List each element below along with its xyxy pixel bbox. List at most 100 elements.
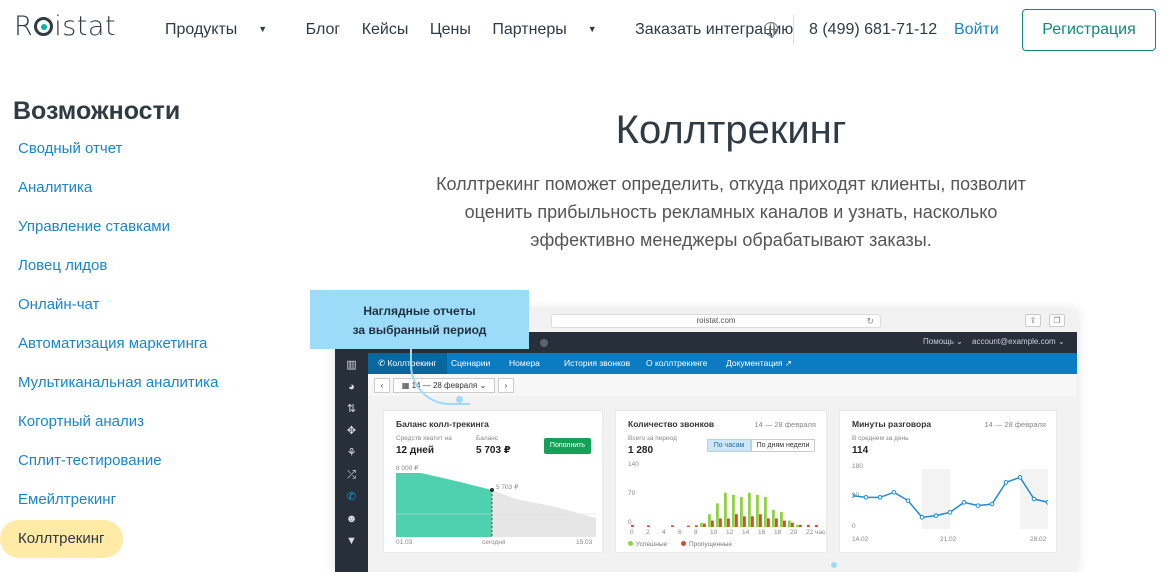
- tab-label: Документация: [726, 358, 783, 368]
- nav-prices[interactable]: Цены: [430, 21, 471, 38]
- x-label-end: 15.03: [576, 539, 593, 546]
- card-title: Баланс колл-трекинга: [396, 419, 489, 429]
- bar-success: [724, 492, 727, 527]
- top-navigation: Ristat Продукты ▼ Блог Кейсы Цены Партнер…: [0, 0, 1167, 62]
- marker-label: 5 703 ₽: [496, 484, 519, 491]
- tooltip-line-2: за выбранный период: [352, 323, 487, 337]
- tab-call-history: История звонков: [564, 358, 631, 368]
- bar-missed: [719, 518, 722, 527]
- bar-missed: [751, 516, 754, 527]
- share-icon: ⇪: [1025, 314, 1041, 327]
- nav-blog[interactable]: Блог: [306, 21, 341, 38]
- today-point: [490, 488, 494, 492]
- nav-partners-label: Партнеры: [492, 21, 567, 38]
- card-title: Минуты разговора: [852, 419, 932, 429]
- x-tick-label: 20: [790, 529, 798, 536]
- x-tick-label: 8: [694, 529, 698, 536]
- sidebar-item-marketing-automation[interactable]: Автоматизация маркетинга: [0, 331, 225, 369]
- app-sidebar: ▥ ◕ ⇅ ✥ ⚘ ⤮ ✆ ☻ ▼: [335, 353, 368, 572]
- minutes-point: [877, 495, 883, 500]
- account-menu: account@example.com ⌄: [972, 337, 1065, 346]
- roistat-logo[interactable]: Ristat: [14, 11, 116, 42]
- total-value: 1 280: [628, 445, 654, 456]
- url-text: roistat.com: [696, 316, 736, 325]
- minutes-point: [905, 498, 911, 503]
- next-period-icon: ›: [498, 378, 514, 393]
- x-tick-label: 12: [726, 529, 734, 536]
- chevron-down-icon: ▼: [587, 24, 597, 34]
- filter-icon: ▼: [346, 535, 357, 547]
- chevron-down-icon: ▼: [258, 24, 268, 34]
- main-nav: Продукты ▼ Блог Кейсы Цены Партнеры ▼ Зака…: [165, 21, 810, 39]
- sidebar-item-cohort-analysis[interactable]: Когортный анализ: [0, 409, 162, 447]
- hourly-toggle: По часам: [707, 439, 751, 452]
- minutes-point: [947, 510, 953, 515]
- x-tick-label: 10: [710, 529, 718, 536]
- bar-missed: [807, 524, 810, 527]
- bar-missed: [791, 522, 794, 527]
- minutes-point: [919, 515, 925, 520]
- pie-chart-icon: ◕: [348, 381, 355, 393]
- help-label: Помощь: [923, 337, 954, 346]
- bar-missed: [775, 518, 778, 527]
- minutes-card: Минуты разговора 14 — 28 февраля В средн…: [839, 410, 1057, 553]
- bar-missed: [727, 518, 730, 527]
- url-bar: roistat.com ↻: [551, 314, 881, 328]
- bar-success: [716, 503, 719, 527]
- nav-products[interactable]: Продукты ▼: [165, 21, 284, 38]
- sort-arrows-icon: ⇅: [346, 403, 357, 415]
- calls-card: Количество звонков 14 — 28 февраля Всего…: [615, 410, 827, 553]
- hierarchy-icon: ⚘: [346, 447, 357, 459]
- date-bar: ‹ ▦ 14 — 28 февраля ⌄ ›: [368, 374, 1077, 396]
- bar-missed: [759, 514, 762, 527]
- x-tick-label: 2: [646, 529, 650, 536]
- bar-success: [764, 497, 767, 527]
- bar-success: [756, 494, 759, 527]
- minutes-point: [989, 501, 995, 507]
- sidebar-item-bid-management[interactable]: Управление ставками: [0, 214, 188, 252]
- sidebar-item-multichannel-analytics[interactable]: Мультиканальная аналитика: [0, 370, 236, 408]
- card-date: 14 — 28 февраля: [984, 420, 1046, 429]
- bar-success: [788, 520, 791, 527]
- bar-missed: [631, 524, 634, 527]
- bar-success: [740, 497, 743, 527]
- register-button[interactable]: Регистрация: [1022, 9, 1156, 51]
- x-tick-label: 22 час: [806, 529, 826, 536]
- sidebar-item-split-testing[interactable]: Сплит-тестирование: [0, 448, 180, 486]
- sidebar-item-lead-catcher[interactable]: Ловец лидов: [0, 253, 125, 291]
- account-label: account@example.com: [972, 337, 1056, 346]
- bar-success: [732, 494, 735, 527]
- nav-partners[interactable]: Партнеры ▼: [492, 21, 613, 38]
- bar-missed: [695, 525, 698, 527]
- x-label-start: 01.03: [396, 539, 413, 546]
- legend-label: Пропущенные: [689, 541, 733, 548]
- balance-chart: [396, 473, 596, 537]
- avg-value: 114: [852, 445, 869, 456]
- x-tick-label: 16: [758, 529, 766, 536]
- bar-missed: [671, 525, 674, 527]
- phone-icon: ✆: [346, 491, 357, 503]
- bar-missed: [687, 525, 690, 527]
- phone-number[interactable]: 8 (499) 681-71-12: [809, 21, 937, 39]
- login-link[interactable]: Войти: [954, 21, 999, 39]
- nav-products-label: Продукты: [165, 21, 238, 38]
- tab-docs: Документация ↗: [726, 358, 793, 368]
- minutes-point: [852, 493, 855, 498]
- globe-icon[interactable]: [764, 22, 778, 38]
- nav-cases[interactable]: Кейсы: [362, 21, 409, 38]
- bar-success: [796, 524, 799, 527]
- move-icon: ✥: [346, 425, 357, 437]
- bar-success: [708, 514, 711, 527]
- tab-numbers: Номера: [509, 358, 540, 368]
- prev-period-icon: ‹: [374, 378, 390, 393]
- balance-card: Баланс колл-трекинга Средств хватит на 1…: [383, 410, 603, 553]
- sidebar-item-call-tracking[interactable]: Коллтрекинг: [0, 520, 123, 558]
- sidebar-item-analytics[interactable]: Аналитика: [0, 175, 110, 213]
- card-title: Количество звонков: [628, 419, 715, 429]
- minutes-point: [1045, 500, 1048, 505]
- x-label-start: 14.02: [852, 536, 869, 543]
- minutes-point: [975, 503, 981, 508]
- balance-value: 5 703 ₽: [476, 445, 511, 456]
- x-tick-label: 6: [678, 529, 682, 536]
- sidebar-item-online-chat[interactable]: Онлайн-чат: [0, 292, 117, 330]
